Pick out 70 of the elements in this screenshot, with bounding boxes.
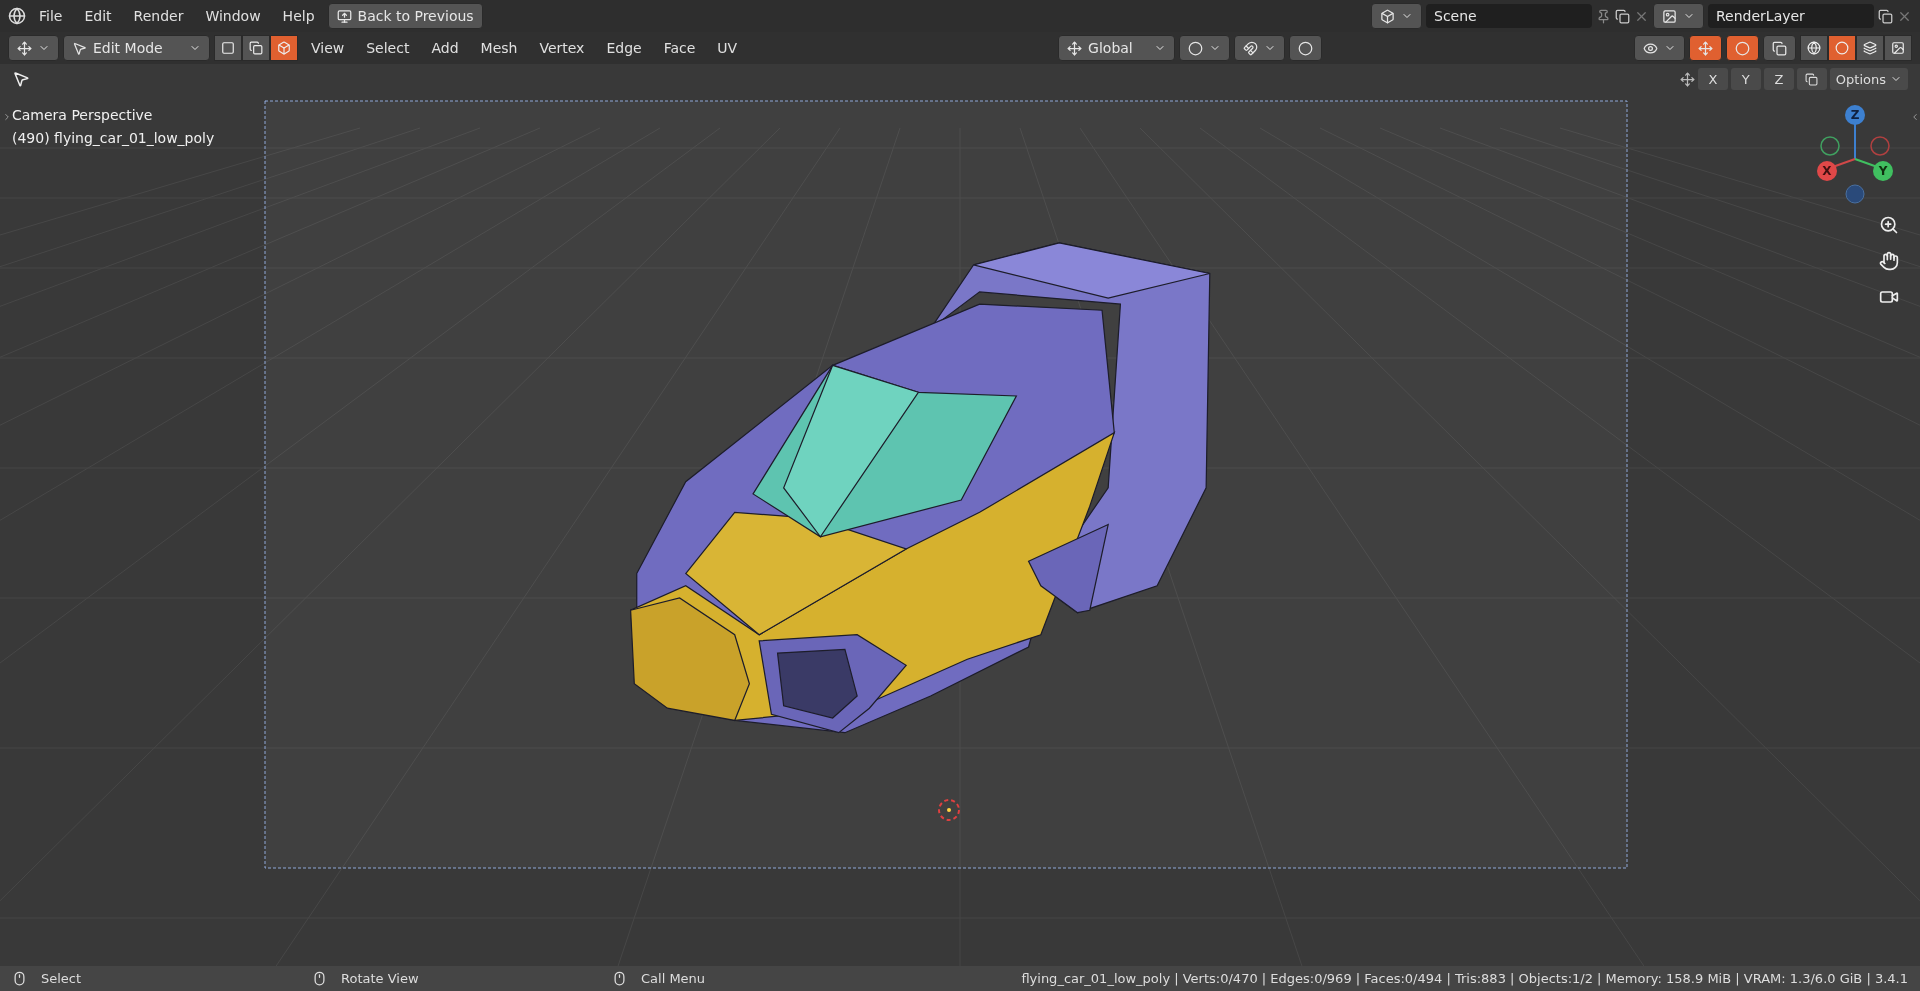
menu-item[interactable]: Help bbox=[273, 4, 324, 28]
copy-icon bbox=[1878, 8, 1893, 24]
3d-cursor-icon bbox=[938, 799, 960, 821]
view-layer-selector[interactable] bbox=[1653, 3, 1704, 29]
menu-item[interactable]: File bbox=[30, 4, 72, 28]
hand-icon bbox=[1879, 251, 1899, 271]
menu-item[interactable]: Vertex bbox=[530, 36, 594, 60]
mode-icon bbox=[72, 40, 87, 56]
vertex-select-button[interactable] bbox=[214, 35, 242, 61]
mode-dropdown[interactable]: Edit Mode bbox=[63, 35, 210, 61]
menu-item[interactable]: Edge bbox=[597, 36, 651, 60]
menu-item[interactable]: UV bbox=[708, 36, 747, 60]
zoom-icon bbox=[1879, 215, 1899, 235]
snap-button[interactable] bbox=[1234, 35, 1286, 61]
menu-item[interactable]: Face bbox=[654, 36, 705, 60]
xray-toggle[interactable] bbox=[1763, 35, 1796, 61]
transform-icon bbox=[1067, 40, 1083, 56]
wireframe-shading-button[interactable] bbox=[1800, 35, 1828, 61]
scene-selector[interactable] bbox=[1371, 3, 1422, 29]
viewport-info-text: Camera Perspective bbox=[12, 106, 154, 125]
menu-item[interactable]: Edit bbox=[75, 4, 121, 28]
mouse-icon bbox=[312, 971, 327, 986]
status-hint: Call Menu bbox=[641, 971, 706, 986]
material-shading-button[interactable] bbox=[1856, 35, 1884, 61]
visibility-button[interactable] bbox=[1634, 35, 1685, 61]
back-to-previous-button[interactable]: Back to Previous bbox=[327, 3, 483, 29]
collapse-icon bbox=[1910, 112, 1920, 122]
editor-type-button[interactable] bbox=[8, 35, 59, 61]
gizmo-toggle[interactable] bbox=[1689, 35, 1722, 61]
image-icon bbox=[1662, 8, 1677, 24]
scene-field[interactable]: Scene bbox=[1426, 4, 1592, 28]
solid-shading-button[interactable] bbox=[1828, 35, 1856, 61]
view-layer-field[interactable]: RenderLayer bbox=[1708, 4, 1874, 28]
menu-item[interactable]: Add bbox=[422, 36, 468, 60]
select-tool-icon bbox=[12, 70, 30, 88]
gizmo-icon bbox=[1698, 40, 1713, 56]
axes-icon bbox=[17, 40, 32, 56]
face-select-button[interactable] bbox=[270, 35, 298, 61]
copy-icon bbox=[1615, 8, 1630, 24]
menu-item[interactable]: Render bbox=[124, 4, 193, 28]
mouse-icon bbox=[12, 971, 27, 986]
scene-icon bbox=[1380, 8, 1395, 24]
circle-icon bbox=[1298, 40, 1314, 56]
rendered-shading-button[interactable] bbox=[1884, 35, 1912, 61]
axis-toggle[interactable]: Y bbox=[1730, 68, 1761, 90]
scene-statistics: flying_car_01_low_poly | Verts:0/470 | Edges:0/969 | Faces:0/494 | Tris:883 | Objects:1/2 | Memory: 158.9 MiB | VRAM: 1.3/6.0 GiB | 3.4.1 bbox=[1021, 971, 1908, 986]
menu-item[interactable]: View bbox=[302, 36, 354, 60]
wireframe-icon bbox=[1807, 41, 1821, 55]
menu-item[interactable]: Window bbox=[196, 4, 270, 28]
edge-select-button[interactable] bbox=[242, 35, 270, 61]
status-hint: Select bbox=[41, 971, 82, 986]
expand-icon bbox=[2, 112, 12, 122]
pin-icon bbox=[1596, 8, 1611, 24]
menu-item[interactable]: Select bbox=[357, 36, 419, 60]
proportional-button[interactable] bbox=[1289, 35, 1323, 61]
orientation-dropdown[interactable]: Global bbox=[1058, 35, 1176, 61]
axis-toggle[interactable]: X bbox=[1697, 68, 1728, 90]
eye-icon bbox=[1643, 40, 1658, 56]
viewport-info-text: (490) flying_car_01_low_poly bbox=[12, 129, 215, 148]
pivot-button[interactable] bbox=[1179, 35, 1231, 61]
mouse-icon bbox=[612, 971, 627, 986]
options-dropdown[interactable]: Options bbox=[1829, 68, 1908, 90]
overlay-toggle[interactable] bbox=[1726, 35, 1759, 61]
monitor-icon bbox=[336, 8, 352, 24]
menu-item[interactable]: Mesh bbox=[471, 36, 527, 60]
axis-toggle[interactable]: Z bbox=[1763, 68, 1794, 90]
auto-merge-button[interactable] bbox=[1796, 68, 1827, 90]
face-icon bbox=[277, 41, 291, 55]
status-hint: Rotate View bbox=[341, 971, 419, 986]
magnet-icon bbox=[1243, 40, 1259, 56]
